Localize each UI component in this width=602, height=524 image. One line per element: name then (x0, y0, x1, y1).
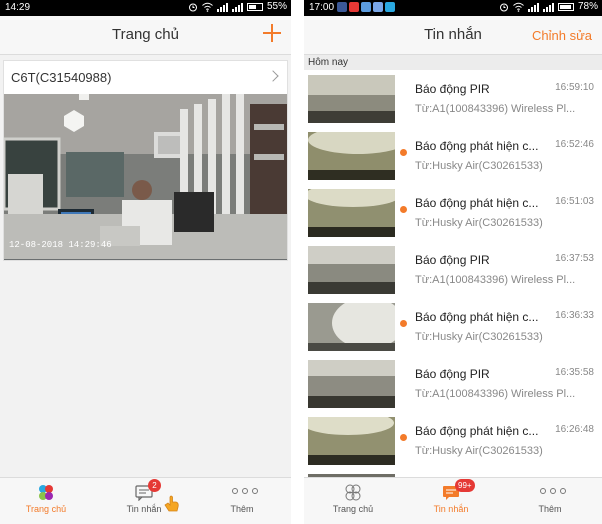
chat-icon (373, 2, 383, 12)
message-title: Báo động PIR (415, 253, 490, 267)
message-thumbnail (308, 246, 395, 294)
messages-badge: 2 (148, 479, 161, 492)
message-row[interactable]: Báo động phát hiện c... 16:36:33 Từ:Husky … (304, 298, 602, 356)
signal-icon-2 (231, 2, 243, 12)
messages-badge: 99+ (455, 479, 475, 492)
message-time: 16:26:48 (555, 424, 594, 435)
messages-screen: 17:00 78% Tin nhắn Chỉnh sửa Hôm nay Báo… (304, 0, 602, 524)
tab-messages-label: Tin nhắn (126, 504, 162, 514)
status-bar: 17:00 78% (304, 0, 602, 16)
message-title: Báo động phát hiện c... (415, 139, 539, 153)
message-list[interactable]: Báo động PIR 16:59:10 Từ:A1(100843396) Wir… (304, 70, 602, 477)
camera-snapshot-image (4, 94, 287, 259)
message-source: Từ:Husky Air(C30261533) (415, 217, 543, 229)
camera-card[interactable]: C6T(C31540988) 12-08-2018 14:29:46 (3, 60, 288, 261)
status-bar: 14:29 55% (0, 0, 291, 16)
message-title: Báo động phát hiện c... (415, 310, 539, 324)
message-thumbnail (308, 132, 395, 180)
message-time: 16:35:58 (555, 367, 594, 378)
message-title: Báo động PIR (415, 367, 490, 381)
message-title: Báo động phát hiện c... (415, 196, 539, 210)
tab-more[interactable]: Thêm (510, 478, 590, 524)
message-row[interactable]: Báo động PIR 16:59:10 Từ:A1(100843396) Wir… (304, 70, 602, 128)
message-row[interactable]: Báo động phát hiện c... 16:51:03 Từ:Husky … (304, 184, 602, 242)
camera-name: C6T(C31540988) (11, 70, 112, 85)
message-source: Từ:A1(100843396) Wireless Pl... (415, 103, 576, 115)
more-icon (232, 488, 258, 494)
messages-header: Tin nhắn Chỉnh sửa (304, 16, 602, 55)
home-header: Trang chủ (0, 16, 291, 55)
message-row-partial[interactable] (304, 469, 602, 477)
status-icons: 78% (499, 1, 598, 12)
bottom-tab-bar: Trang chủ 99+ Tin nhắn Thêm (304, 477, 602, 524)
battery-icon (246, 2, 263, 11)
battery-level: 55% (266, 1, 287, 12)
add-device-button[interactable] (263, 24, 281, 42)
message-row[interactable]: Báo động PIR 16:37:53 Từ:A1(100843396) Wir… (304, 241, 602, 299)
tab-home-label: Trang chủ (25, 504, 67, 514)
message-thumbnail (308, 189, 395, 237)
message-thumbnail (308, 417, 395, 465)
status-icons: 55% (188, 1, 287, 12)
message-time: 16:52:46 (555, 139, 594, 150)
status-time: 14:29 (5, 2, 31, 13)
tab-more-label: Thêm (538, 504, 562, 514)
message-row[interactable]: Báo động phát hiện c... 16:52:46 Từ:Husky … (304, 127, 602, 185)
signal-icon (216, 2, 228, 12)
unread-dot-icon (400, 434, 407, 441)
tab-messages[interactable]: 99+ Tin nhắn (411, 478, 491, 524)
notification-icons (337, 2, 395, 12)
message-time: 16:51:03 (555, 196, 594, 207)
page-title: Trang chủ (112, 26, 179, 43)
message-source: Từ:Husky Air(C30261533) (415, 445, 543, 457)
tab-more[interactable]: Thêm (202, 478, 282, 524)
message-time: 16:37:53 (555, 253, 594, 264)
message-title: Báo động PIR (415, 82, 490, 96)
youtube-icon (349, 2, 359, 12)
message-source: Từ:A1(100843396) Wireless Pl... (415, 388, 576, 400)
tab-home[interactable]: Trang chủ (313, 478, 393, 524)
battery-icon (557, 2, 574, 11)
home-logo-icon (39, 485, 53, 500)
home-logo-icon (345, 484, 361, 501)
message-time: 16:59:10 (555, 82, 594, 93)
tab-more-label: Thêm (230, 504, 254, 514)
message-row[interactable]: Báo động PIR 16:35:58 Từ:A1(100843396) Wir… (304, 355, 602, 413)
alarm-icon (188, 3, 197, 11)
chevron-right-icon (267, 70, 279, 82)
unread-dot-icon (400, 149, 407, 156)
message-row[interactable]: Báo động phát hiện c... 16:26:48 Từ:Husky … (304, 412, 602, 470)
camera-preview[interactable]: 12-08-2018 14:29:46 (4, 94, 287, 260)
unread-dot-icon (400, 320, 407, 327)
status-time: 17:00 (309, 2, 335, 13)
message-source: Từ:Husky Air(C30261533) (415, 160, 543, 172)
tab-messages-label: Tin nhắn (433, 504, 469, 514)
edit-button[interactable]: Chỉnh sửa (532, 28, 592, 43)
message-time: 16:36:33 (555, 310, 594, 321)
tab-messages[interactable]: 2 Tin nhắn (104, 478, 184, 524)
message-source: Từ:A1(100843396) Wireless Pl... (415, 274, 576, 286)
message-thumbnail (308, 360, 395, 408)
tab-home-label: Trang chủ (332, 504, 374, 514)
message-title: Báo động phát hiện c... (415, 424, 539, 438)
unread-dot-icon (400, 206, 407, 213)
message-thumbnail (308, 75, 395, 123)
alarm-icon (499, 3, 508, 11)
camera-timestamp: 12-08-2018 14:29:46 (9, 240, 112, 250)
signal-icon (527, 2, 539, 12)
message-source: Từ:Husky Air(C30261533) (415, 331, 543, 343)
more-icon (540, 488, 566, 494)
messenger-icon (361, 2, 371, 12)
facebook-icon (337, 2, 347, 12)
bottom-tab-bar: Trang chủ 2 Tin nhắn Thêm (0, 477, 291, 524)
wifi-icon (202, 2, 213, 12)
wifi-icon (513, 2, 524, 12)
battery-level: 78% (577, 1, 598, 12)
message-thumbnail (308, 303, 395, 351)
signal-icon-2 (542, 2, 554, 12)
section-header-today: Hôm nay (304, 55, 602, 70)
app-icon (385, 2, 395, 12)
tab-home[interactable]: Trang chủ (6, 478, 86, 524)
home-screen: 14:29 55% Trang chủ C6T(C31540988) 12-08… (0, 0, 291, 524)
